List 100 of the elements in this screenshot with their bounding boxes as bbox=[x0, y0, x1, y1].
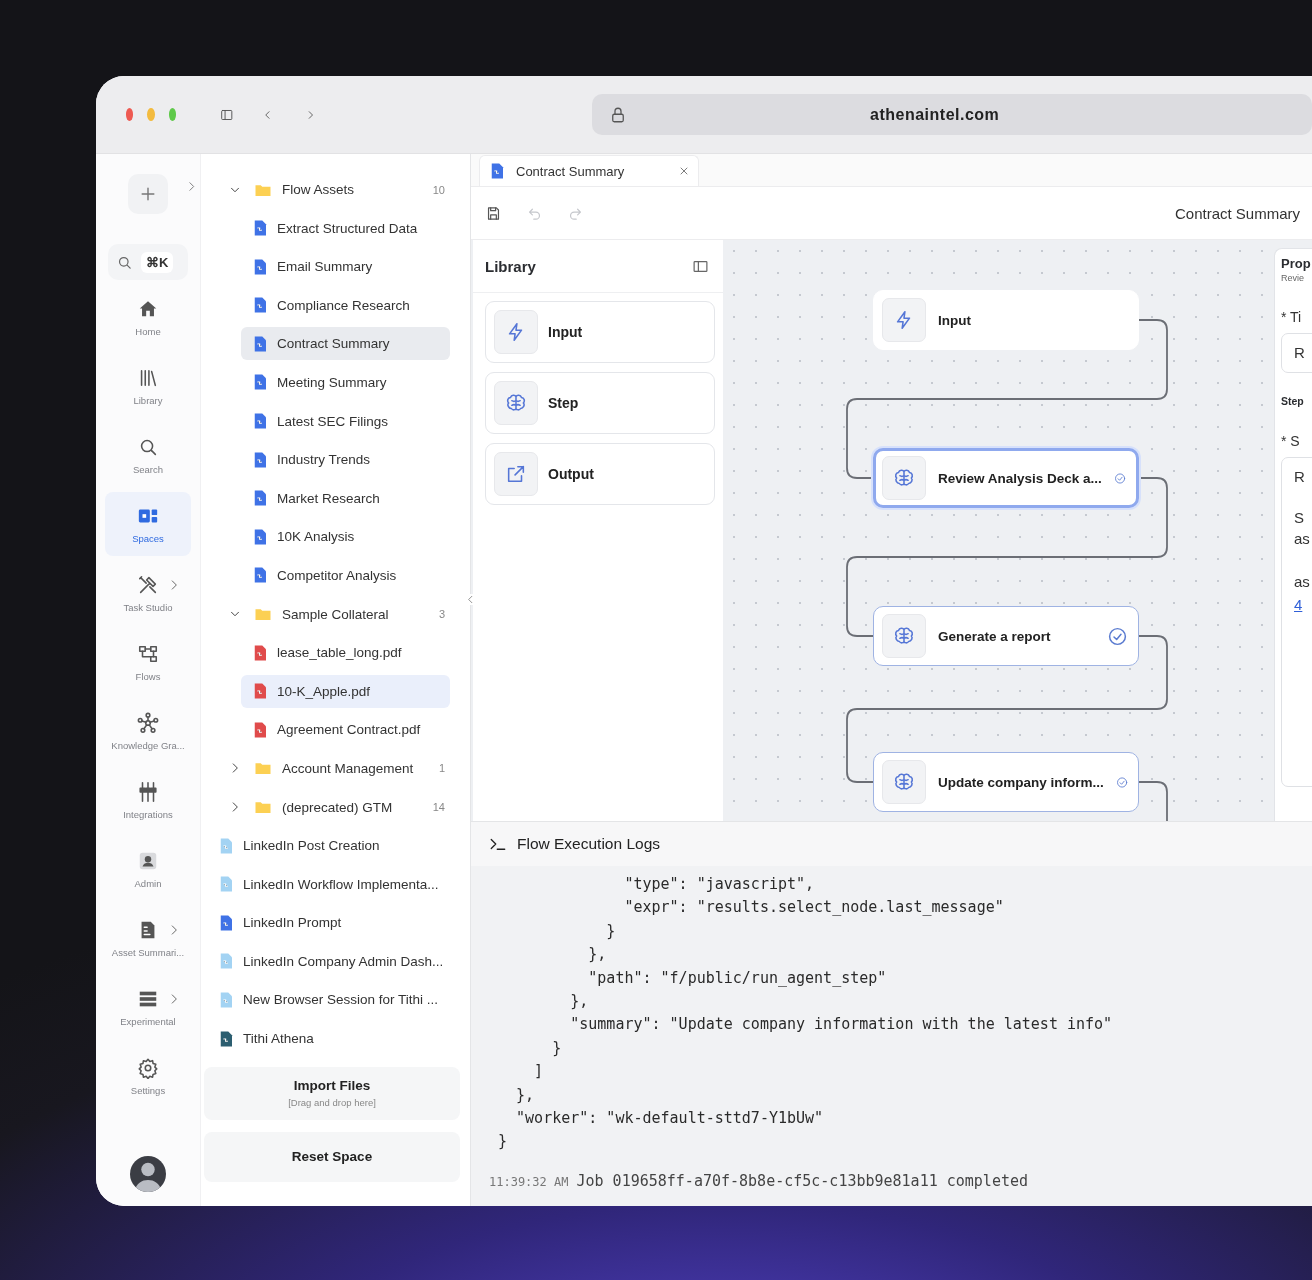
nav-item[interactable]: Home bbox=[105, 285, 191, 349]
folder-item[interactable]: (deprecated) GTM 14 bbox=[211, 790, 460, 824]
code-line: "expr": "results.select_node.last_message" bbox=[623, 897, 1005, 919]
folder-name: Flow Assets bbox=[282, 182, 355, 197]
file-name: New Browser Session for Tithi ... bbox=[243, 992, 439, 1008]
file-item[interactable]: Extract Structured Data bbox=[241, 211, 450, 245]
file-name: Email Summary bbox=[277, 259, 373, 275]
nav-item[interactable]: Experimental bbox=[105, 975, 191, 1039]
nav-label: Integrations bbox=[123, 808, 173, 820]
nav-label: Settings bbox=[130, 1084, 166, 1096]
file-item[interactable]: Contract Summary bbox=[241, 327, 450, 361]
save-icon[interactable] bbox=[485, 204, 502, 222]
file-item[interactable]: LinkedIn Workflow Implementa... bbox=[211, 867, 460, 901]
log-time: 11:39:32 AM bbox=[489, 1174, 569, 1189]
new-button[interactable] bbox=[128, 174, 168, 214]
file-name: Competitor Analysis bbox=[277, 567, 397, 583]
flow-node[interactable]: Update company inform... bbox=[873, 752, 1139, 812]
nav-item[interactable]: Admin bbox=[105, 837, 191, 901]
file-name: Tithi Athena bbox=[243, 1031, 314, 1047]
logs-title: Flow Execution Logs bbox=[517, 835, 661, 853]
file-name: Extract Structured Data bbox=[277, 220, 418, 236]
link[interactable]: 4 bbox=[1294, 596, 1303, 613]
file-name: Market Research bbox=[277, 490, 380, 506]
nav-item[interactable]: Integrations bbox=[105, 768, 191, 832]
nav-item[interactable]: Settings bbox=[105, 1044, 191, 1108]
url-text: athenaintel.com bbox=[870, 105, 1000, 124]
nav-label: Task Studio bbox=[123, 601, 173, 613]
file-item[interactable]: LinkedIn Company Admin Dash... bbox=[211, 944, 460, 978]
file-item[interactable]: lease_table_long.pdf bbox=[241, 636, 450, 670]
node-type-card[interactable]: Input bbox=[485, 301, 715, 363]
folder-item[interactable]: Account Management 1 bbox=[211, 751, 460, 785]
file-item[interactable]: New Browser Session for Tithi ... bbox=[211, 983, 460, 1017]
code-line: "worker": "wk-default-sttd7-Y1bUw" bbox=[515, 1107, 825, 1129]
node-type-card[interactable]: Step bbox=[485, 372, 715, 434]
file-item[interactable]: 10K Analysis bbox=[241, 520, 450, 554]
nav-item[interactable]: Search bbox=[105, 423, 191, 487]
file-name: Latest SEC Filings bbox=[277, 413, 389, 429]
folder-item[interactable]: Sample Collateral 3 bbox=[211, 597, 460, 631]
item-count: 3 bbox=[438, 608, 445, 621]
nav-item[interactable]: Asset Summari... bbox=[105, 906, 191, 970]
code-line: } bbox=[498, 1131, 509, 1153]
file-item[interactable]: Competitor Analysis bbox=[241, 558, 450, 592]
file-item[interactable]: Compliance Research bbox=[241, 288, 450, 322]
file-name: Compliance Research bbox=[277, 297, 410, 313]
node-type-card[interactable]: Output bbox=[485, 443, 715, 505]
log-message: Job 019658ff-a70f-8b8e-cf5c-c13bb9e81a11 completed bbox=[576, 1171, 1029, 1190]
flow-node[interactable]: Generate a report bbox=[873, 606, 1139, 666]
node-label: Update company inform... bbox=[938, 774, 1104, 790]
code-line: "path": "f/public/run_agent_step" bbox=[587, 967, 888, 989]
zoom-window-button[interactable] bbox=[168, 108, 176, 121]
code-line: }, bbox=[569, 990, 590, 1012]
code-line: "type": "javascript", bbox=[623, 874, 816, 895]
address-bar[interactable]: athenaintel.com bbox=[592, 94, 1312, 135]
code-line: }, bbox=[587, 944, 608, 966]
nav-item[interactable]: Library bbox=[105, 354, 191, 418]
file-name: 10K Analysis bbox=[277, 529, 355, 545]
text-line: S bbox=[1294, 509, 1304, 526]
file-item[interactable]: LinkedIn Prompt bbox=[211, 906, 460, 940]
minimize-window-button[interactable] bbox=[147, 108, 155, 121]
file-name: LinkedIn Post Creation bbox=[243, 838, 380, 854]
code-line: }, bbox=[515, 1084, 536, 1106]
text-area[interactable]: R S as as 4 bbox=[1281, 457, 1312, 787]
file-item[interactable]: 10-K_Apple.pdf bbox=[241, 674, 450, 708]
nav-label: Search bbox=[132, 463, 164, 475]
nav-item[interactable]: Spaces bbox=[105, 492, 191, 556]
file-name: Contract Summary bbox=[277, 336, 390, 352]
close-icon[interactable] bbox=[678, 165, 690, 177]
flow-node[interactable]: Input bbox=[873, 290, 1139, 350]
flow-node[interactable]: Review Analysis Deck a... bbox=[873, 448, 1139, 508]
import-files-button[interactable]: Import Files [Drag and drop here] bbox=[204, 1066, 460, 1120]
document-tab[interactable]: Contract Summary bbox=[479, 155, 699, 186]
close-window-button[interactable] bbox=[126, 108, 134, 121]
flow-title: Contract Summary bbox=[1174, 204, 1300, 222]
file-item[interactable]: Meeting Summary bbox=[241, 365, 450, 399]
nav-item[interactable]: Knowledge Gra... bbox=[105, 699, 191, 763]
nav-label: Home bbox=[135, 325, 161, 337]
section-title: Step bbox=[1281, 395, 1304, 407]
nav-item[interactable]: Flows bbox=[105, 630, 191, 694]
search-button[interactable]: ⌘K bbox=[108, 244, 188, 280]
avatar[interactable] bbox=[130, 1156, 166, 1192]
file-item[interactable]: LinkedIn Post Creation bbox=[211, 829, 460, 863]
reset-space-button[interactable]: Reset Space bbox=[204, 1131, 460, 1182]
nav-label: Admin bbox=[134, 877, 162, 889]
code-line: } bbox=[551, 1037, 563, 1059]
file-item[interactable]: Latest SEC Filings bbox=[241, 404, 450, 438]
nav-item[interactable]: Task Studio bbox=[105, 561, 191, 625]
item-count: 10 bbox=[432, 183, 445, 196]
field-label: * Ti bbox=[1281, 309, 1302, 325]
file-name: lease_table_long.pdf bbox=[277, 645, 402, 661]
file-item[interactable]: Tithi Athena bbox=[211, 1022, 460, 1056]
file-item[interactable]: Agreement Contract.pdf bbox=[241, 713, 450, 747]
title-field[interactable]: R bbox=[1281, 333, 1312, 373]
folder-item[interactable]: Flow Assets 10 bbox=[211, 173, 460, 206]
external-link-icon bbox=[505, 463, 527, 485]
brain-icon bbox=[505, 392, 527, 414]
file-item[interactable]: Email Summary bbox=[241, 250, 450, 284]
node-label: Input bbox=[938, 312, 971, 328]
file-item[interactable]: Market Research bbox=[241, 481, 450, 515]
file-name: Agreement Contract.pdf bbox=[277, 722, 421, 738]
file-item[interactable]: Industry Trends bbox=[241, 443, 450, 477]
